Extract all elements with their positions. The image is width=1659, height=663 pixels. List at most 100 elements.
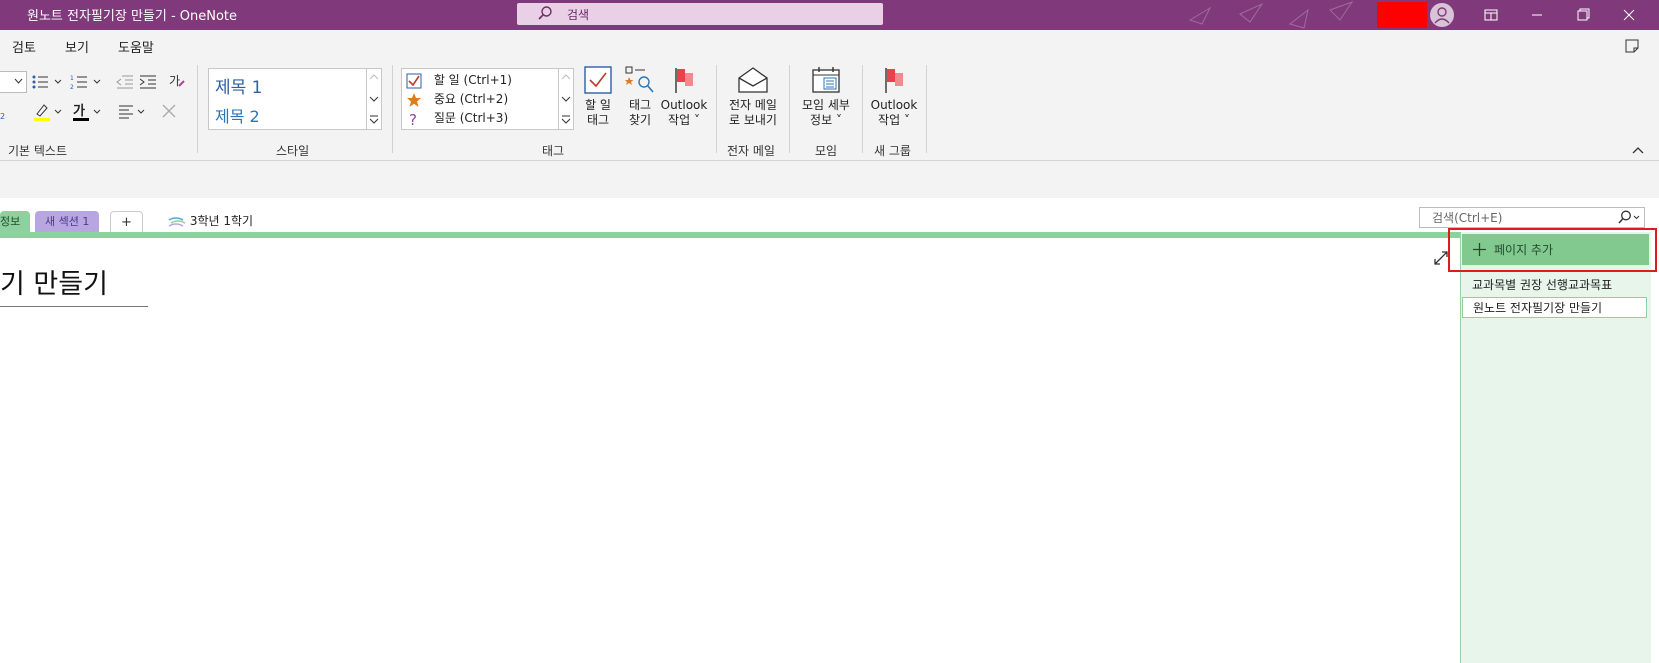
highlighter-icon[interactable] xyxy=(33,102,63,122)
clear-formatting-icon[interactable]: 가 xyxy=(168,72,186,90)
collapse-ribbon-icon[interactable] xyxy=(1632,146,1644,154)
tags-scroll[interactable] xyxy=(558,69,573,129)
group-divider xyxy=(716,65,717,153)
align-icon[interactable] xyxy=(118,103,148,121)
group-email-label: 전자 메일 xyxy=(727,144,775,158)
section-tab-info[interactable]: 정보 xyxy=(0,211,31,232)
paper-plane-pattern-icon xyxy=(1188,1,1354,29)
chevron-up-icon xyxy=(561,74,571,80)
email-page-button[interactable]: 전자 메일 로 보내기 xyxy=(722,66,784,128)
envelope-icon xyxy=(738,67,768,93)
more-icon xyxy=(561,115,571,124)
svg-text:1: 1 xyxy=(70,75,74,82)
sticky-note-icon[interactable] xyxy=(1624,38,1640,54)
outlook-task-button-2[interactable]: Outlook 작업 ˅ xyxy=(868,66,920,128)
notebook-layers-icon xyxy=(168,216,186,227)
ribbon-tabs: 검토 보기 도움말 xyxy=(0,30,1659,60)
group-divider xyxy=(197,65,198,153)
highlight-box xyxy=(1448,228,1657,272)
checkbox-icon xyxy=(406,73,422,88)
ribbon: 12 가 2 가 기본 텍스트 제목 1 제목 2 스타일 할 일 (Ctrl+… xyxy=(0,60,1659,161)
page-title[interactable]: 기 만들기 xyxy=(0,262,108,301)
increase-indent-icon[interactable] xyxy=(139,74,157,90)
font-size-dropdown[interactable] xyxy=(0,71,27,93)
group-meetings-label: 모임 xyxy=(815,144,838,158)
styles-gallery[interactable]: 제목 1 제목 2 xyxy=(208,68,382,130)
ribbon-display-options-button[interactable] xyxy=(1468,0,1514,30)
tags-gallery[interactable]: 할 일 (Ctrl+1) 중요 (Ctrl+2) ? 질문 (Ctrl+3) xyxy=(401,68,574,130)
close-button[interactable] xyxy=(1606,0,1652,30)
svg-text:2: 2 xyxy=(70,84,74,90)
find-tags-button[interactable]: 태그 찾기 xyxy=(620,66,660,128)
find-tags-icon xyxy=(625,66,654,93)
page-title-underline xyxy=(0,306,148,307)
section-color-bar xyxy=(0,232,1460,238)
global-search-placeholder: 검색 xyxy=(567,8,590,22)
group-new-group-label: 새 그룹 xyxy=(874,144,911,158)
group-basic-text-label: 기본 텍스트 xyxy=(8,144,68,158)
avatar[interactable] xyxy=(1430,3,1454,27)
ribbon-display-icon xyxy=(1484,9,1498,21)
style-heading-2[interactable]: 제목 2 xyxy=(215,103,260,127)
group-divider xyxy=(862,65,863,153)
page-item-selected[interactable]: 원노트 전자필기장 만들기 xyxy=(1462,297,1647,318)
add-section-tab[interactable]: + xyxy=(110,211,143,233)
meeting-details-button[interactable]: 모임 세부 정보 ˅ xyxy=(796,66,856,128)
red-flag-icon xyxy=(675,68,693,93)
tab-view[interactable]: 보기 xyxy=(65,37,89,56)
chevron-down-icon xyxy=(561,96,571,102)
restore-button[interactable] xyxy=(1560,0,1606,30)
todo-tag-button[interactable]: 할 일 태그 xyxy=(578,66,618,128)
user-icon xyxy=(1434,7,1450,24)
red-flag-icon xyxy=(885,68,903,93)
style-heading-1[interactable]: 제목 1 xyxy=(215,73,263,98)
window-title: 원노트 전자필기장 만들기 - OneNote xyxy=(27,9,238,24)
search-icon xyxy=(538,6,552,20)
group-styles-label: 스타일 xyxy=(276,144,310,158)
svg-text:가: 가 xyxy=(73,104,85,119)
tab-review[interactable]: 검토 xyxy=(12,37,36,56)
svg-text:2: 2 xyxy=(0,112,5,121)
restore-icon xyxy=(1577,8,1590,21)
more-icon xyxy=(369,115,379,124)
group-divider xyxy=(926,65,927,153)
font-color-icon[interactable]: 가 xyxy=(72,102,102,122)
calendar-icon xyxy=(812,67,840,93)
tab-help[interactable]: 도움말 xyxy=(118,37,154,56)
redacted-account-name xyxy=(1377,2,1427,28)
svg-text:가: 가 xyxy=(169,74,180,88)
delete-icon[interactable] xyxy=(162,104,176,118)
tag-todo[interactable]: 할 일 (Ctrl+1) xyxy=(406,71,512,89)
page-search-placeholder: 검색(Ctrl+E) xyxy=(1432,211,1503,225)
search-icon[interactable] xyxy=(1616,210,1640,224)
outlook-task-button[interactable]: Outlook 작업 ˅ xyxy=(660,66,708,128)
styles-scroll[interactable] xyxy=(366,69,381,129)
todo-checkbox-icon xyxy=(584,66,612,94)
expand-icon[interactable] xyxy=(1433,250,1449,266)
section-tab-new-section-1[interactable]: 새 섹션 1 xyxy=(35,211,100,232)
page-item[interactable]: 교과목별 권장 선행교과목표 xyxy=(1462,275,1647,296)
title-bar: 원노트 전자필기장 만들기 - OneNote 검색 xyxy=(0,0,1659,30)
question-icon: ? xyxy=(409,111,417,129)
ribbon-spacer xyxy=(0,161,1659,198)
group-tags-label: 태그 xyxy=(542,144,565,158)
chevron-up-icon xyxy=(369,74,379,80)
svg-text:?: ? xyxy=(409,111,417,127)
subscript-icon[interactable]: 2 xyxy=(0,104,10,122)
bullet-list-icon[interactable] xyxy=(31,74,63,90)
chevron-down-icon xyxy=(14,78,23,84)
group-divider xyxy=(789,65,790,153)
group-divider xyxy=(392,65,393,153)
tag-question[interactable]: ? 질문 (Ctrl+3) xyxy=(406,109,508,129)
global-search-box[interactable]: 검색 xyxy=(517,3,883,25)
close-icon xyxy=(1623,9,1635,21)
minimize-icon xyxy=(1532,14,1542,16)
chevron-down-icon xyxy=(369,96,379,102)
decrease-indent-icon[interactable] xyxy=(116,74,134,90)
star-icon xyxy=(407,92,421,107)
page-search-input[interactable]: 검색(Ctrl+E) xyxy=(1419,207,1645,228)
tag-important[interactable]: 중요 (Ctrl+2) xyxy=(406,90,508,108)
minimize-button[interactable] xyxy=(1514,0,1560,30)
numbered-list-icon[interactable]: 12 xyxy=(70,74,102,90)
notebook-name[interactable]: 3학년 1학기 xyxy=(168,212,253,229)
